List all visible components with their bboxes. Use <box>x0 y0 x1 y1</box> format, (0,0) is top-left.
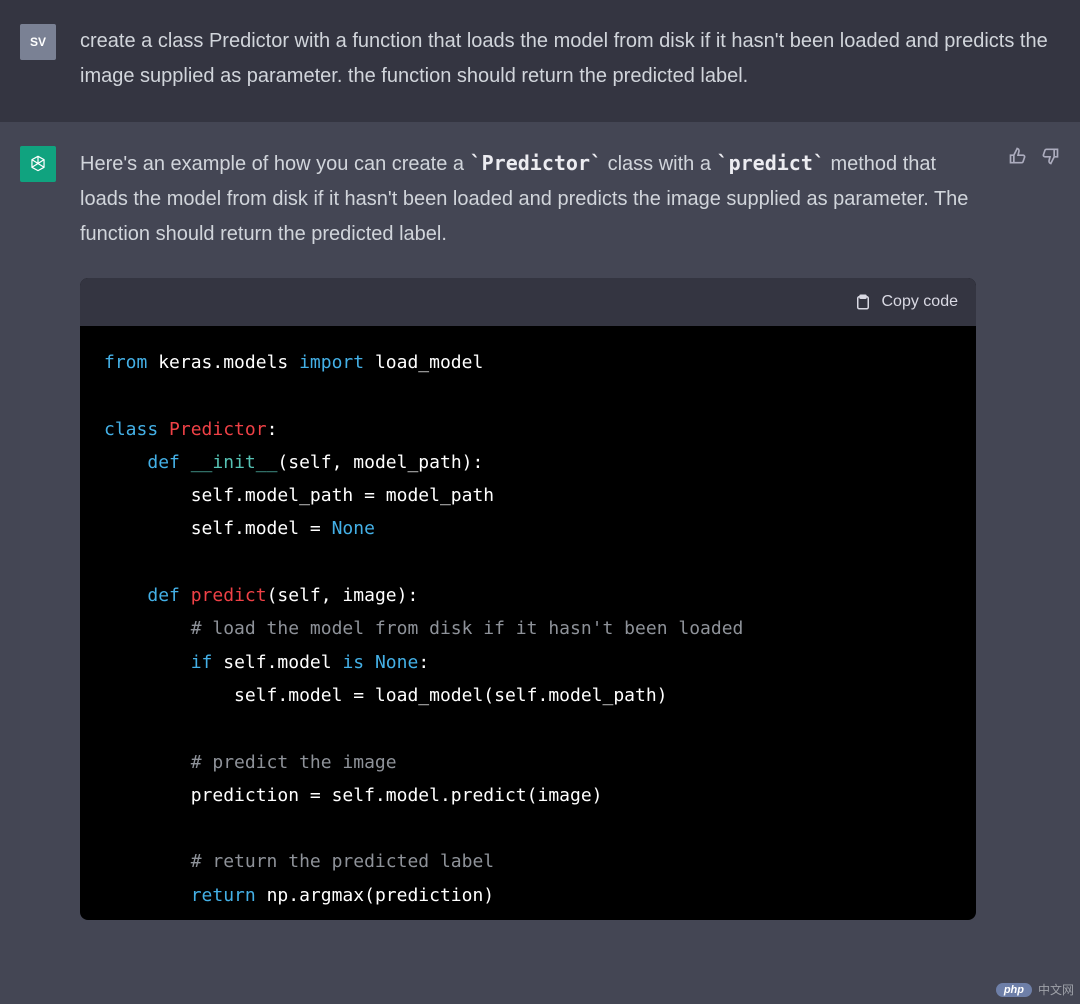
code-text: (self, model_path): <box>277 452 483 473</box>
code-text: np.argmax(prediction) <box>256 885 494 906</box>
code-text: prediction = self.model.predict(image) <box>191 785 603 806</box>
code-text: (self, image): <box>267 585 419 606</box>
kw-class: class <box>104 419 158 440</box>
user-message: create a class Predictor with a function… <box>80 24 1060 94</box>
thumbs-up-icon <box>1008 146 1028 166</box>
code-comment: # predict the image <box>191 752 397 773</box>
text: Here's an example of how you can create … <box>80 153 470 175</box>
assistant-avatar <box>20 146 56 182</box>
inline-code-predictor: `Predictor` <box>470 151 602 175</box>
openai-logo-icon <box>27 153 49 175</box>
code-comment: # load the model from disk if it hasn't … <box>191 618 744 639</box>
watermark-badge: php <box>996 983 1032 997</box>
code-block: Copy code from keras.models import load_… <box>80 278 976 920</box>
code-text <box>364 652 375 673</box>
code-content: from keras.models import load_model clas… <box>80 326 976 920</box>
kw-none: None <box>332 518 375 539</box>
user-turn: SV create a class Predictor with a funct… <box>0 0 1080 122</box>
watermark: php 中文网 <box>996 981 1074 998</box>
copy-code-button[interactable]: Copy code <box>882 288 959 316</box>
fn-name: predict <box>191 585 267 606</box>
kw-def: def <box>147 585 180 606</box>
code-text: : <box>267 419 278 440</box>
text: class with a <box>602 153 716 175</box>
code-comment: # return the predicted label <box>191 851 494 872</box>
feedback-buttons <box>1008 146 1060 920</box>
thumbs-up-button[interactable] <box>1008 146 1028 920</box>
code-text: load_model <box>364 352 483 373</box>
kw-def: def <box>147 452 180 473</box>
assistant-intro-paragraph: Here's an example of how you can create … <box>80 146 976 252</box>
fn-init: __init__ <box>191 452 278 473</box>
inline-code-predict: `predict` <box>717 151 825 175</box>
kw-is: is <box>342 652 364 673</box>
clipboard-icon <box>854 293 872 311</box>
assistant-message: Here's an example of how you can create … <box>80 146 976 920</box>
user-avatar: SV <box>20 24 56 60</box>
kw-import: import <box>299 352 364 373</box>
kw-from: from <box>104 352 147 373</box>
code-block-header: Copy code <box>80 278 976 326</box>
code-text: : <box>418 652 429 673</box>
class-name: Predictor <box>169 419 267 440</box>
kw-return: return <box>191 885 256 906</box>
code-text: self.model = load_model(self.model_path) <box>234 685 667 706</box>
code-text: self.model <box>212 652 342 673</box>
code-text: keras.models <box>147 352 299 373</box>
thumbs-down-button[interactable] <box>1040 146 1060 920</box>
thumbs-down-icon <box>1040 146 1060 166</box>
code-text: self.model_path = model_path <box>191 485 494 506</box>
assistant-turn: Here's an example of how you can create … <box>0 122 1080 948</box>
kw-none: None <box>375 652 418 673</box>
code-text: self.model = <box>191 518 332 539</box>
kw-if: if <box>191 652 213 673</box>
watermark-text: 中文网 <box>1038 981 1074 998</box>
